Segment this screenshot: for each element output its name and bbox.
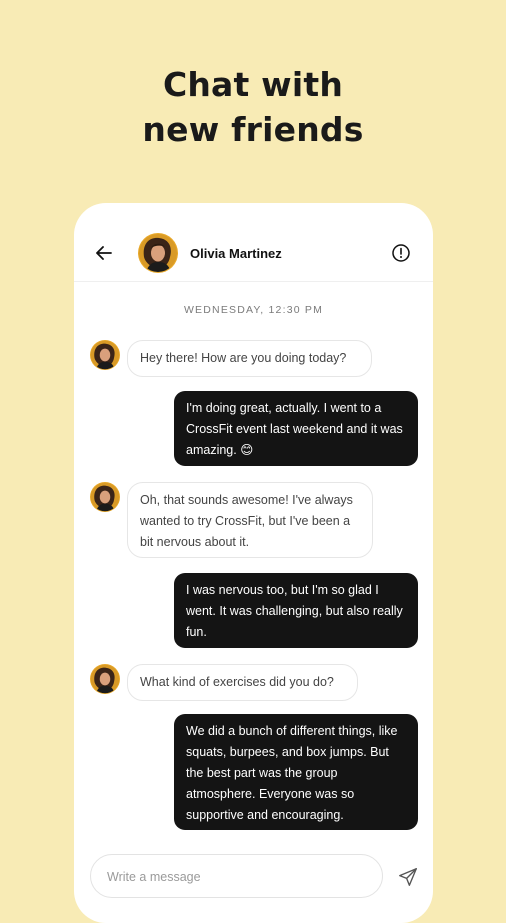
send-icon <box>399 868 417 886</box>
promo-headline: Chat with new friends <box>0 62 506 152</box>
report-button[interactable] <box>391 243 411 263</box>
message-bubble-outgoing[interactable]: I was nervous too, but I'm so glad I wen… <box>174 573 418 648</box>
phone-screen: Olivia Martinez WEDNESDAY, 12:30 PM Hey … <box>74 203 433 923</box>
message-bubble-outgoing[interactable]: I'm doing great, actually. I went to a C… <box>174 391 418 466</box>
chat-timestamp: WEDNESDAY, 12:30 PM <box>183 304 324 316</box>
contact-avatar[interactable] <box>138 233 178 273</box>
message-avatar[interactable] <box>90 664 120 694</box>
alert-circle-icon <box>392 244 410 262</box>
contact-name[interactable]: Olivia Martinez <box>190 246 282 261</box>
message-bubble-incoming[interactable]: Oh, that sounds awesome! I've always wan… <box>127 482 373 558</box>
message-bubble-incoming[interactable]: What kind of exercises did you do? <box>127 664 358 701</box>
message-bubble-outgoing[interactable]: We did a bunch of different things, like… <box>174 714 418 830</box>
message-avatar[interactable] <box>90 340 120 370</box>
back-button[interactable] <box>92 241 116 265</box>
message-input[interactable] <box>105 855 359 899</box>
headline-line-1: Chat with <box>162 65 344 104</box>
message-bubble-incoming[interactable]: Hey there! How are you doing today? <box>127 340 372 377</box>
arrow-left-icon <box>96 246 112 260</box>
message-composer <box>90 854 383 899</box>
headline-line-2: new friends <box>142 110 364 149</box>
chat-header: Olivia Martinez <box>74 203 433 282</box>
message-avatar[interactable] <box>90 482 120 512</box>
send-button[interactable] <box>397 866 419 888</box>
